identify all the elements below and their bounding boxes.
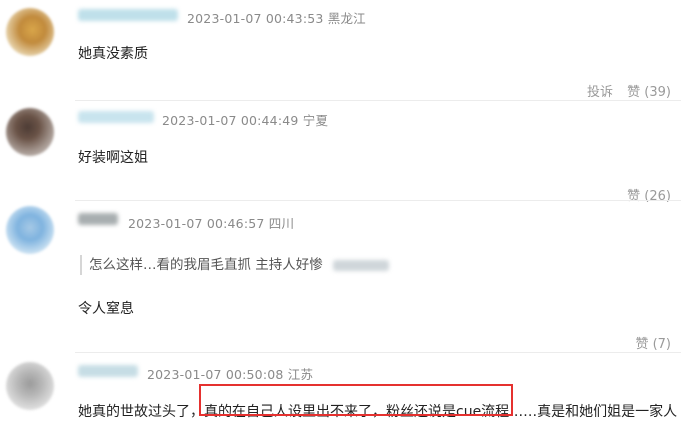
username-blurred[interactable] — [78, 9, 178, 21]
username-blurred[interactable] — [78, 111, 154, 123]
username-blurred[interactable] — [78, 213, 118, 225]
comment-text: 她真没素质 — [78, 46, 148, 62]
comment-list: 2023-01-07 00:43:53 黑龙江 她真没素质 投诉 赞 (39) … — [0, 0, 695, 421]
avatar[interactable] — [6, 8, 54, 56]
like-button[interactable]: 赞 (39) — [627, 85, 671, 100]
comment-location: 宁夏 — [302, 113, 329, 128]
comment-location: 四川 — [268, 216, 295, 231]
comment-item: 2023-01-07 00:43:53 黑龙江 她真没素质 投诉 赞 (39) — [0, 0, 695, 100]
comment-item: 2023-01-07 00:46:57 四川 怎么这样…看的我眉毛直抓 主持人好… — [0, 200, 695, 352]
comment-location: 黑龙江 — [327, 11, 366, 26]
comment-text: 她真的世故过头了，真的在自己人设里出不来了，粉丝还说是cue流程……真是和她们姐… — [78, 404, 678, 420]
quoted-reply[interactable]: 怎么这样…看的我眉毛直抓 主持人好惨 — [80, 255, 389, 275]
divider — [75, 352, 681, 353]
comment-text: 令人窒息 — [78, 301, 134, 317]
comment-item: 2023-01-07 00:44:49 宁夏 好装啊这姐 赞 (26) — [0, 100, 695, 204]
comment-location: 江苏 — [287, 367, 314, 382]
avatar[interactable] — [6, 362, 54, 410]
comment-meta: 2023-01-07 00:44:49 宁夏 — [162, 110, 328, 129]
avatar[interactable] — [6, 206, 54, 254]
comment-timestamp: 2023-01-07 00:50:08 — [147, 367, 284, 382]
comment-timestamp: 2023-01-07 00:43:53 — [187, 11, 324, 26]
username-blurred[interactable] — [78, 365, 138, 377]
comment-item: 2023-01-07 00:50:08 江苏 她真的世故过头了，真的在自己人设里… — [0, 352, 695, 421]
quoted-reply-text: 怎么这样…看的我眉毛直抓 主持人好惨 — [89, 257, 323, 273]
comment-meta: 2023-01-07 00:46:57 四川 — [128, 213, 294, 232]
comment-timestamp: 2023-01-07 00:44:49 — [162, 113, 299, 128]
divider — [75, 100, 681, 101]
report-button[interactable]: 投诉 — [587, 85, 613, 100]
quoted-username-blurred — [332, 259, 389, 271]
like-button[interactable]: 赞 (7) — [635, 337, 671, 352]
comment-text: 好装啊这姐 — [78, 150, 148, 166]
comment-timestamp: 2023-01-07 00:46:57 — [128, 216, 265, 231]
comment-actions: 赞 (7) — [635, 333, 671, 352]
divider — [75, 200, 681, 201]
avatar[interactable] — [6, 108, 54, 156]
comment-meta: 2023-01-07 00:50:08 江苏 — [147, 364, 313, 383]
comment-actions: 投诉 赞 (39) — [587, 81, 671, 100]
comment-meta: 2023-01-07 00:43:53 黑龙江 — [187, 8, 366, 27]
